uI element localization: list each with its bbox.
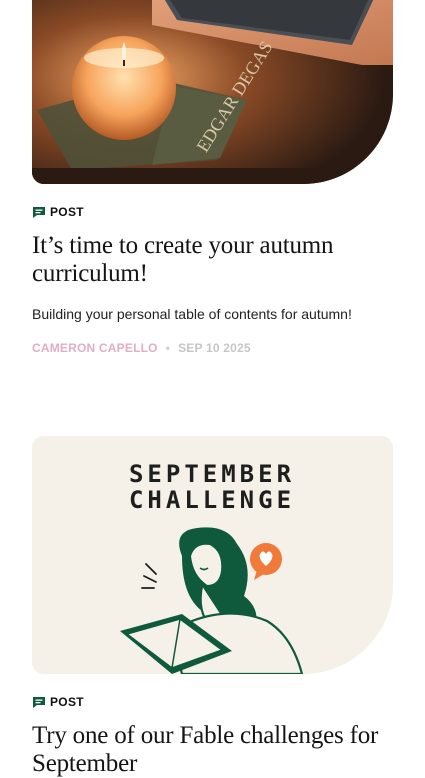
post-image-candle-laptop[interactable]: EDGAR DEGAS [32,0,393,184]
post-meta: CAMERON CAPELLO • SEP 10 2025 [32,341,251,355]
chat-bubble-icon [33,696,45,708]
post-excerpt: Building your personal table of contents… [32,306,352,322]
post-type-label: POST [32,695,84,709]
meta-separator: • [165,341,171,355]
post-type-label: POST [32,205,84,219]
candle-laptop-photo: EDGAR DEGAS [32,0,393,184]
post-title[interactable]: Try one of our Fable challenges for Sept… [32,722,402,778]
post-type-text: POST [50,695,84,709]
illustration-heading-line1: SEPTEMBER [129,460,295,488]
post-image-september-challenge[interactable]: SEPTEMBER CHALLENGE [32,436,393,674]
post-feed: EDGAR DEGAS POST It’s time to create you… [0,0,425,777]
post-type-text: POST [50,205,84,219]
reading-girl-illustration: SEPTEMBER CHALLENGE [32,436,393,674]
post-title[interactable]: It’s time to create your autumn curricul… [32,232,402,288]
post-author[interactable]: CAMERON CAPELLO [32,341,158,355]
post-date: SEP 10 2025 [178,341,251,355]
chat-bubble-icon [33,206,45,218]
illustration-heading-line2: CHALLENGE [129,486,295,514]
